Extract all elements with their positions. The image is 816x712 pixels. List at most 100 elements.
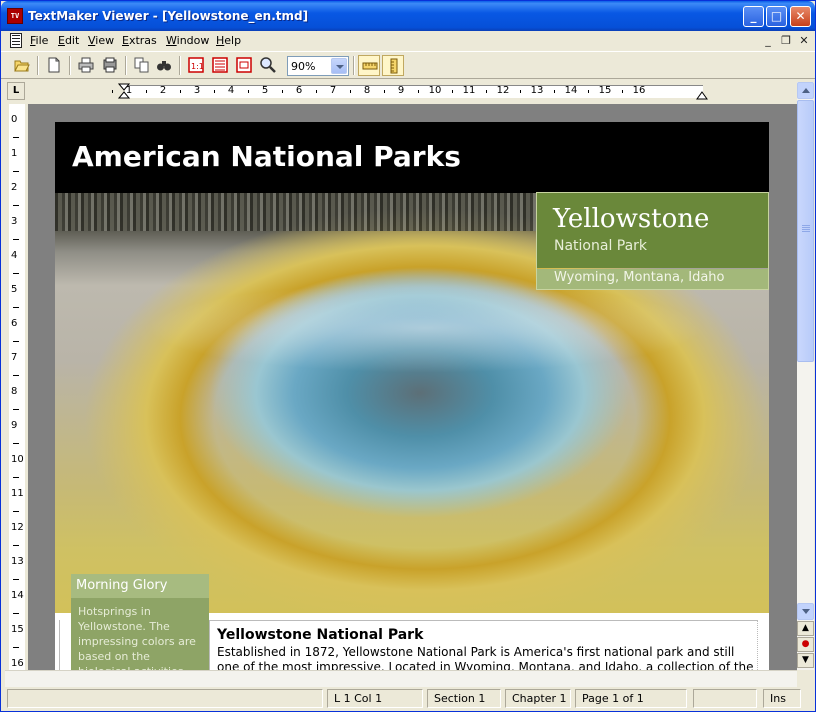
ruler-number: 10 bbox=[11, 454, 24, 465]
menu-extras[interactable]: Extras bbox=[122, 34, 157, 47]
document-menu-icon[interactable] bbox=[10, 33, 22, 48]
zoom-select[interactable]: 90% bbox=[287, 56, 349, 76]
menu-edit[interactable]: Edit bbox=[58, 34, 79, 47]
print-preview-button[interactable] bbox=[99, 55, 121, 76]
ruler-tick bbox=[418, 90, 419, 93]
open-button[interactable] bbox=[11, 55, 33, 76]
left-indent-marker[interactable] bbox=[118, 83, 130, 103]
ruler-tick bbox=[180, 90, 181, 93]
browse-object-button[interactable]: ● bbox=[797, 637, 814, 652]
copy-icon bbox=[134, 57, 149, 73]
close-button[interactable]: ✕ bbox=[790, 6, 811, 27]
ruler-number: 10 bbox=[428, 85, 442, 96]
scroll-thumb[interactable] bbox=[797, 100, 814, 362]
ruler-tick bbox=[13, 205, 19, 206]
zoom-value: 90% bbox=[291, 60, 316, 73]
outline-view-button[interactable] bbox=[233, 55, 255, 76]
copy-button[interactable] bbox=[131, 55, 153, 76]
toolbar-separator bbox=[125, 56, 127, 75]
tab-stop-selector[interactable]: L bbox=[7, 82, 25, 100]
vertical-ruler-toggle-button[interactable] bbox=[382, 55, 404, 76]
menu-bar: File Edit View Extras Window Help _ ❐ ✕ bbox=[1, 31, 815, 51]
ruler-tick bbox=[384, 90, 385, 93]
park-info-box: Yellowstone National Park Wyoming, Monta… bbox=[536, 192, 769, 290]
status-page: Page 1 of 1 bbox=[575, 689, 687, 708]
ruler-number: 13 bbox=[530, 85, 544, 96]
ruler-number: 5 bbox=[261, 85, 269, 96]
ruler-number: 0 bbox=[11, 114, 18, 125]
menu-window[interactable]: Window bbox=[166, 34, 209, 47]
document-heading: American National Parks bbox=[72, 140, 461, 173]
chevron-down-icon[interactable] bbox=[331, 58, 347, 74]
ruler-tick bbox=[13, 443, 19, 444]
ruler-number: 15 bbox=[11, 624, 24, 635]
ruler-tick bbox=[13, 579, 19, 580]
ruler-toggle-button[interactable] bbox=[358, 55, 380, 76]
scroll-down-button[interactable] bbox=[797, 603, 814, 620]
toolbar-separator bbox=[179, 56, 181, 75]
doc-close-button[interactable]: ✕ bbox=[797, 34, 811, 48]
title-bar[interactable]: TV TextMaker Viewer - [Yellowstone_en.tm… bbox=[1, 1, 815, 31]
article-title: Yellowstone National Park bbox=[217, 627, 424, 643]
menu-file[interactable]: File bbox=[30, 34, 48, 47]
caption-title: Morning Glory bbox=[76, 578, 168, 593]
app-icon[interactable]: TV bbox=[7, 8, 23, 24]
ruler-tick bbox=[520, 90, 521, 93]
vertical-scrollbar[interactable]: ▲ ● ▼ bbox=[797, 82, 814, 670]
ruler-tick bbox=[13, 511, 19, 512]
new-button[interactable] bbox=[43, 55, 65, 76]
right-indent-marker[interactable] bbox=[696, 90, 708, 102]
ruler-number: 12 bbox=[11, 522, 24, 533]
ruler-tick bbox=[554, 90, 555, 93]
ruler-number: 9 bbox=[397, 85, 405, 96]
ruler-number: 14 bbox=[11, 590, 24, 601]
caption-title-bar: Morning Glory bbox=[71, 574, 209, 598]
ruler-number: 16 bbox=[11, 658, 24, 669]
doc-minimize-button[interactable]: _ bbox=[761, 34, 775, 48]
maximize-button[interactable]: □ bbox=[766, 6, 787, 27]
page-view-button[interactable]: 1:1 bbox=[185, 55, 207, 76]
menu-help[interactable]: Help bbox=[216, 34, 241, 47]
ruler-number: 14 bbox=[564, 85, 578, 96]
print-button[interactable] bbox=[75, 55, 97, 76]
park-subtitle: National Park bbox=[554, 238, 648, 254]
ruler-tick bbox=[282, 90, 283, 93]
ruler-tick bbox=[248, 90, 249, 93]
park-title-panel: Yellowstone National Park bbox=[537, 193, 768, 268]
ruler-number: 9 bbox=[11, 420, 18, 431]
previous-page-button[interactable]: ▲ bbox=[797, 621, 814, 636]
ruler-tick bbox=[13, 273, 19, 274]
ruler-number: 5 bbox=[11, 284, 18, 295]
vertical-ruler[interactable]: 0 1 2 3 4 5 6 7 8 9 10 11 12 13 14 15 16 bbox=[5, 104, 27, 670]
horizontal-scrollbar[interactable] bbox=[5, 670, 797, 687]
ruler-number: 8 bbox=[11, 386, 18, 397]
ruler-tick bbox=[588, 90, 589, 93]
park-location-bar: Wyoming, Montana, Idaho bbox=[537, 269, 768, 289]
grip-icon bbox=[802, 225, 810, 233]
ruler-tick bbox=[13, 341, 19, 342]
app-window: TV TextMaker Viewer - [Yellowstone_en.tm… bbox=[0, 0, 816, 712]
scroll-up-button[interactable] bbox=[797, 82, 814, 99]
horizontal-ruler[interactable]: 1 2 3 4 5 6 7 8 9 10 11 12 13 14 15 16 bbox=[29, 82, 795, 102]
vertical-ruler-toggle-icon bbox=[390, 58, 398, 74]
ruler-number: 11 bbox=[462, 85, 476, 96]
find-button[interactable] bbox=[153, 55, 175, 76]
document-page[interactable]: American National Parks Yellowstone Nati… bbox=[55, 122, 769, 670]
next-page-button[interactable]: ▼ bbox=[797, 653, 814, 668]
article-text-frame[interactable]: Yellowstone National Park Established in… bbox=[209, 620, 758, 670]
minimize-button[interactable]: _ bbox=[743, 6, 764, 27]
ruler-toggle-icon bbox=[362, 62, 378, 70]
normal-view-button[interactable] bbox=[209, 55, 231, 76]
ruler-tick bbox=[112, 90, 113, 93]
outline-view-icon bbox=[236, 57, 252, 73]
doc-restore-button[interactable]: ❐ bbox=[779, 34, 793, 48]
ruler-tick bbox=[486, 90, 487, 93]
ruler-number: 11 bbox=[11, 488, 24, 499]
zoom-button[interactable] bbox=[257, 55, 279, 76]
menu-view[interactable]: View bbox=[88, 34, 114, 47]
document-workspace[interactable]: American National Parks Yellowstone Nati… bbox=[28, 104, 797, 670]
ruler-tick bbox=[316, 90, 317, 93]
new-document-icon bbox=[48, 57, 60, 73]
ruler-number: 4 bbox=[11, 250, 18, 261]
ruler-tick bbox=[214, 90, 215, 93]
